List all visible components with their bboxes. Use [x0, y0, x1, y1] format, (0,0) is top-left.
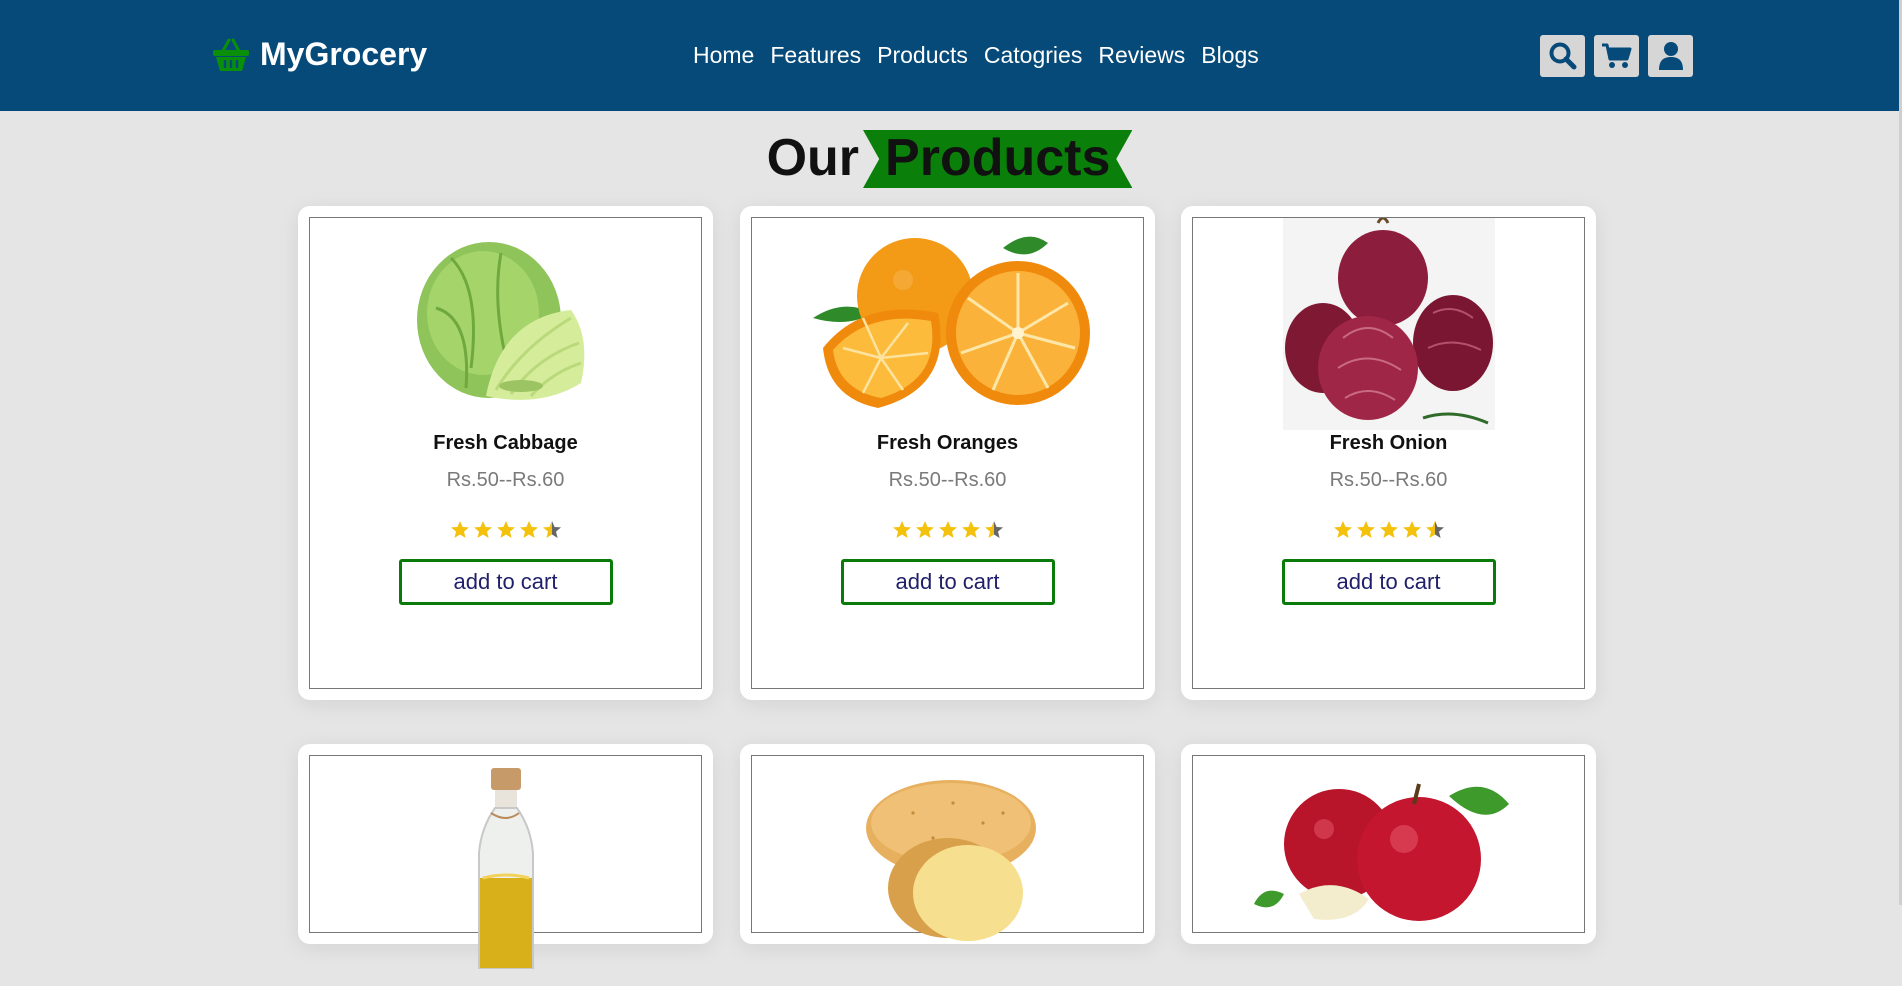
product-name: Fresh Onion	[1329, 432, 1448, 454]
star-icon	[938, 521, 957, 538]
star-icon	[961, 521, 980, 538]
apples-image	[1253, 783, 1509, 921]
cabbage-image	[416, 242, 584, 400]
add-to-cart-button[interactable]: add to cart	[398, 559, 613, 605]
product-card-inner	[309, 755, 702, 969]
product-card-inner	[751, 755, 1144, 941]
basket-icon	[213, 38, 249, 71]
product-card-inner	[1192, 755, 1585, 933]
product-card-inner: Fresh Cabbage Rs.50--Rs.60 add to cart	[309, 217, 702, 689]
star-rating	[1193, 520, 1584, 540]
product-name: Fresh Cabbage	[433, 432, 578, 454]
star-icon	[915, 521, 934, 538]
product-card: Fresh Cabbage Rs.50--Rs.60 add to cart	[298, 206, 713, 700]
nav-reviews[interactable]: Reviews	[1098, 42, 1185, 69]
product-price: Rs.50--Rs.60	[446, 469, 565, 491]
half-star-icon	[542, 521, 561, 538]
star-icon	[1356, 521, 1375, 538]
add-to-cart-button[interactable]: add to cart	[1281, 559, 1496, 605]
product-card: Fresh Onion Rs.50--Rs.60 add to cart	[1181, 206, 1596, 700]
half-star-icon	[1425, 521, 1444, 538]
star-icon	[1333, 521, 1352, 538]
heading-plain: Our	[766, 129, 860, 187]
nav-features[interactable]: Features	[770, 42, 861, 69]
star-icon	[1402, 521, 1421, 538]
heading-highlight: Products	[863, 128, 1133, 188]
nav-blogs[interactable]: Blogs	[1201, 42, 1259, 69]
product-card-inner: Fresh Oranges Rs.50--Rs.60 add to cart	[751, 217, 1144, 689]
product-card: Fresh Oranges Rs.50--Rs.60 add to cart	[740, 206, 1155, 700]
nav-home[interactable]: Home	[693, 42, 754, 69]
search-icon	[1549, 42, 1576, 70]
site-header: MyGrocery Home Features Products Catogri…	[0, 0, 1899, 111]
cart-icon	[1601, 43, 1631, 68]
star-icon	[496, 521, 515, 538]
brand-logo[interactable]: MyGrocery	[212, 36, 427, 73]
user-button[interactable]	[1648, 35, 1693, 77]
oil-bottle-image	[477, 768, 534, 969]
star-icon	[473, 521, 492, 538]
cart-button[interactable]	[1594, 35, 1639, 77]
star-icon	[450, 521, 469, 538]
main-nav: Home Features Products Catogries Reviews…	[693, 42, 1259, 69]
section-heading: Our Products	[0, 128, 1899, 188]
product-price: Rs.50--Rs.60	[888, 469, 1007, 491]
product-card-inner: Fresh Onion Rs.50--Rs.60 add to cart	[1192, 217, 1585, 689]
star-icon	[892, 521, 911, 538]
search-button[interactable]	[1540, 35, 1585, 77]
star-icon	[1379, 521, 1398, 538]
nav-products[interactable]: Products	[877, 42, 968, 69]
onions-image	[1282, 218, 1495, 430]
product-price: Rs.50--Rs.60	[1329, 469, 1448, 491]
product-name: Fresh Oranges	[876, 432, 1019, 454]
add-to-cart-button[interactable]: add to cart	[840, 559, 1055, 605]
product-card	[1181, 744, 1596, 944]
potatoes-image	[865, 780, 1036, 941]
brand-name: MyGrocery	[260, 36, 428, 72]
oranges-image	[812, 236, 1090, 408]
heading-highlight-text: Products	[885, 129, 1111, 187]
header-actions	[1540, 35, 1693, 77]
star-icon	[519, 521, 538, 538]
product-card	[740, 744, 1155, 944]
star-rating	[752, 520, 1143, 540]
user-icon	[1658, 42, 1683, 70]
product-card	[298, 744, 713, 969]
half-star-icon	[984, 521, 1003, 538]
nav-categories[interactable]: Catogries	[984, 42, 1082, 69]
star-rating	[310, 520, 701, 540]
